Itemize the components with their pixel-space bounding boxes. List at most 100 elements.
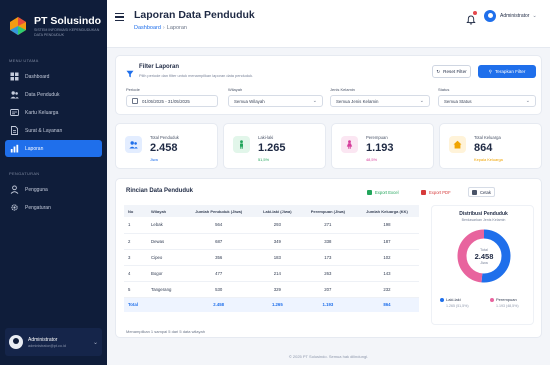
excel-icon: [367, 189, 372, 195]
sidebar-user-menu[interactable]: Administrator administrator@pt.co.id ⌄: [5, 328, 102, 356]
bell-icon[interactable]: [466, 11, 477, 25]
header-user-menu[interactable]: Administrator ⌄: [484, 10, 537, 22]
apply-filter-button[interactable]: ⚲ Terapkan Filter: [478, 65, 536, 78]
export-excel-button[interactable]: Export Excel: [364, 187, 402, 197]
brand-subtitle: SISTEM INFORMASI KEPENDUDUKAN DATA PENDU…: [34, 28, 100, 37]
region-label: Wilayah: [228, 87, 243, 92]
chevron-down-icon: ⌄: [532, 13, 537, 19]
stat-label: Perempuan: [366, 135, 388, 140]
sidebar-item-label: Pengaturan: [25, 204, 51, 211]
region-select[interactable]: Semua Wilayah ⌄: [228, 95, 323, 107]
sidebar-item-laporan[interactable]: Laporan: [5, 140, 102, 157]
table-cell: 207: [300, 281, 355, 298]
refresh-icon: ↻: [436, 68, 441, 74]
legend-female-detail: 1.193 (48,5%): [496, 304, 519, 308]
table-cell: 143: [354, 265, 419, 282]
sidebar-item-label: Laporan: [25, 145, 44, 152]
pdf-icon: [421, 189, 426, 195]
stat-value: 864: [474, 142, 493, 154]
donut-chart-card: Distribusi Penduduk Berdasarkan Jenis Ke…: [431, 205, 534, 325]
stat-label: Total Penduduk: [150, 135, 179, 140]
filter-description: Pilih periode dan filter untuk menampilk…: [139, 73, 254, 78]
donut-subtitle: Berdasarkan Jenis Kelamin: [461, 218, 506, 222]
section-label-main: MENU UTAMA: [9, 58, 39, 63]
column-header: Jumlah Penduduk (Jiwa): [183, 205, 254, 217]
sidebar-item-dashboard[interactable]: Dashboard: [5, 68, 102, 85]
footer: © 2025 PT Solusindo. Semua hak dilindung…: [288, 354, 369, 359]
table-cell: 1: [124, 217, 148, 234]
gender-value: Semua Jenis Kelamin: [336, 98, 379, 104]
female-icon: [341, 136, 358, 153]
reset-filter-button[interactable]: ↻ Reset Filter: [432, 65, 471, 78]
page-title: Laporan Data Penduduk: [134, 9, 255, 21]
breadcrumb-dashboard[interactable]: Dashboard: [134, 25, 161, 31]
print-button[interactable]: Cetak: [468, 187, 495, 197]
stat-card: Perempuan 1.193 48,5%: [331, 123, 434, 169]
region-value: Semua Wilayah: [234, 98, 265, 104]
sidebar-item-label: Data Penduduk: [25, 91, 60, 98]
logo-icon: [8, 16, 28, 36]
table-row: 1 Lebak 564 293 271 198: [124, 217, 419, 234]
table-cell: 2.458: [183, 297, 254, 312]
sidebar-item-label: Surat & Layanan: [25, 127, 63, 134]
table-cell: Bogor: [147, 265, 184, 282]
apply-filter-label: Terapkan Filter: [494, 69, 526, 74]
grid-icon: [10, 72, 19, 81]
column-header: Jumlah Keluarga (KK): [354, 205, 419, 217]
sidebar-item-pengaturan[interactable]: Pengaturan: [5, 199, 102, 216]
table-cell: 349: [253, 233, 301, 250]
gender-select[interactable]: Semua Jenis Kelamin ⌄: [330, 95, 430, 107]
table-row: 3 Cipeo 356 183 173 102: [124, 249, 419, 266]
reset-filter-label: Reset Filter: [443, 69, 467, 74]
menu-toggle-icon[interactable]: [115, 13, 124, 22]
house-icon: [449, 136, 466, 153]
period-value: 01/05/2025 - 31/05/2025: [142, 98, 190, 104]
table-cell: 864: [354, 297, 419, 312]
table-title: Rincian Data Penduduk: [126, 188, 194, 194]
table-cell: 214: [253, 265, 301, 282]
brand[interactable]: PT Solusindo SISTEM INFORMASI KEPENDUDUK…: [0, 0, 107, 50]
table-cell: 102: [354, 249, 419, 266]
table-cell: 187: [354, 233, 419, 250]
export-pdf-button[interactable]: Export PDF: [418, 187, 454, 197]
male-icon: [233, 136, 250, 153]
filter-card: Filter Laporan Pilih periode dan filter …: [115, 55, 542, 115]
table-footnote: Menampilkan 1 sampai 5 dari 5 data wilay…: [126, 329, 205, 334]
table-card: Rincian Data Penduduk Export Excel Expor…: [115, 178, 542, 338]
table-total-row: Total 2.458 1.265 1.193 864: [124, 297, 419, 312]
donut-title: Distribusi Penduduk: [459, 211, 508, 217]
sidebar-item-data-penduduk[interactable]: Data Penduduk: [5, 86, 102, 103]
status-select[interactable]: Semua Status ⌄: [438, 95, 536, 107]
table-cell: 198: [354, 217, 419, 234]
card-icon: [10, 108, 19, 117]
brand-name: PT Solusindo: [34, 15, 102, 27]
printer-icon: [472, 189, 477, 195]
table-cell: 3: [124, 249, 148, 266]
users-icon: [125, 136, 142, 153]
chevron-down-icon: ⌄: [92, 339, 98, 346]
status-label: Status: [438, 87, 450, 92]
stat-label: Total Keluarga: [474, 135, 501, 140]
legend-male-name: Laki-laki: [446, 297, 461, 302]
column-header: Laki-laki (Jiwa): [253, 205, 301, 217]
donut-center-unit: Jiwa: [480, 260, 488, 265]
section-label-admin: PENGATURAN: [9, 171, 40, 176]
export-excel-label: Export Excel: [375, 189, 399, 195]
legend-dot: [490, 297, 494, 302]
sidebar-item-kartu-keluarga[interactable]: Kartu Keluarga: [5, 104, 102, 121]
gear-icon: [10, 203, 19, 212]
avatar: [484, 10, 496, 22]
table-cell: 271: [300, 217, 355, 234]
legend-female-name: Perempuan: [496, 297, 517, 302]
donut-center-value: 2.458: [474, 251, 494, 261]
sidebar-item-pengguna[interactable]: Pengguna: [5, 181, 102, 198]
sidebar-item-surat-layanan[interactable]: Surat & Layanan: [5, 122, 102, 139]
table-cell: 1.193: [300, 297, 355, 312]
table-cell: 4: [124, 265, 148, 282]
table-cell: 183: [253, 249, 301, 266]
table-cell: Total: [124, 297, 148, 312]
document-icon: [10, 126, 19, 135]
period-field[interactable]: 01/05/2025 - 31/05/2025: [126, 95, 218, 107]
chart-icon: [10, 144, 19, 153]
data-table: No Wilayah Jumlah Penduduk (Jiwa) Laki-laki…: [124, 205, 419, 312]
